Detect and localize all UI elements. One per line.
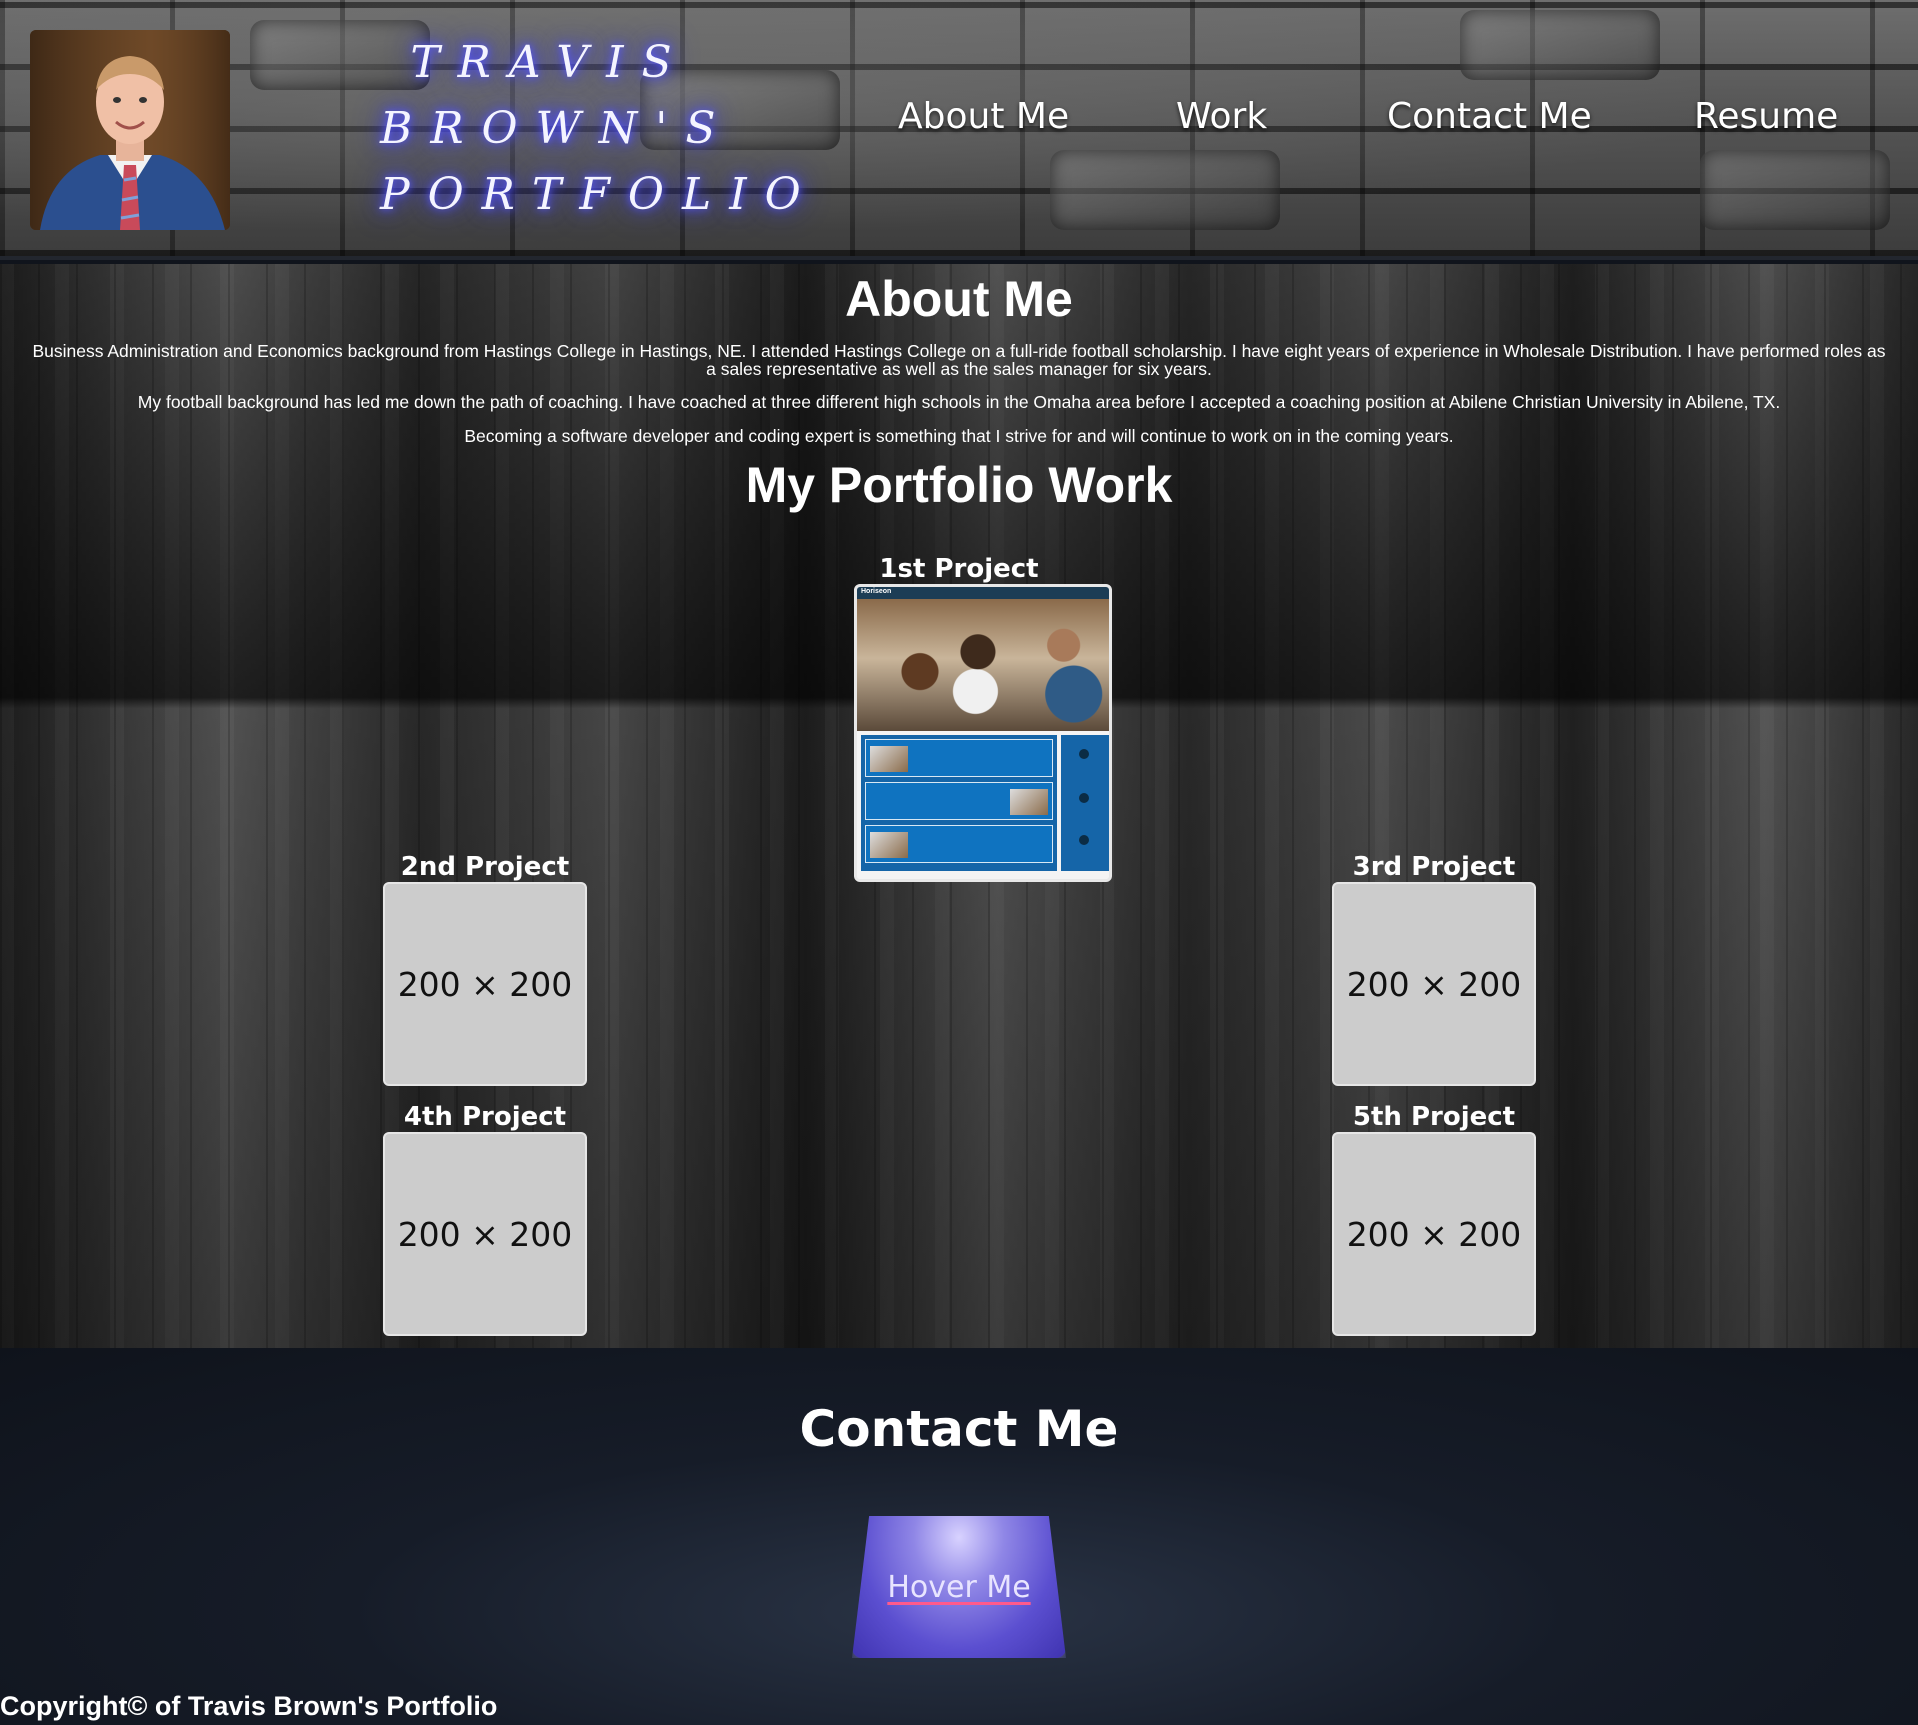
brand-line: PORTFOLIO <box>380 169 819 220</box>
nav-link-about[interactable]: About Me <box>898 96 1069 137</box>
project-label: 1st Project <box>879 554 1039 584</box>
project-card-3: 3rd Project 200 × 200 <box>1329 852 1539 1086</box>
wall-stone <box>1460 10 1660 80</box>
project-label: 2nd Project <box>400 852 570 882</box>
project-card-4: 4th Project 200 × 200 <box>380 1102 590 1336</box>
about-paragraph: Becoming a software developer and coding… <box>464 426 1454 446</box>
about-paragraph: My football background has led me down t… <box>137 392 1781 412</box>
nav-link-resume[interactable]: Resume <box>1694 96 1838 137</box>
project-placeholder-image[interactable]: 200 × 200 <box>383 882 587 1086</box>
thumbnail-row <box>865 825 1053 863</box>
thumbnail-row <box>865 782 1053 820</box>
main-nav: About Me Work Contact Me Resume <box>898 96 1898 146</box>
site-header: TRAVIS BROWN'S PORTFOLIO About Me Work C… <box>0 0 1918 260</box>
contact-section: Contact Me Hover Me Copyright© of Travis… <box>0 1348 1918 1725</box>
thumbnail-content <box>861 735 1057 871</box>
project-label: 4th Project <box>403 1102 567 1132</box>
project-card-1: 1st Project Horiseon <box>854 554 1112 882</box>
hover-me-button[interactable]: Hover Me <box>852 1516 1066 1658</box>
nav-link-contact[interactable]: Contact Me <box>1387 96 1592 137</box>
project-label: 3rd Project <box>1352 852 1516 882</box>
project-card-5: 5th Project 200 × 200 <box>1329 1102 1539 1336</box>
thumbnail-footer <box>857 873 1109 879</box>
project-thumbnail[interactable]: Horiseon <box>854 584 1112 882</box>
thumbnail-brand: Horiseon <box>861 588 892 595</box>
brand-line: BROWN'S <box>380 103 734 154</box>
project-placeholder-image[interactable]: 200 × 200 <box>383 1132 587 1336</box>
nav-link-work[interactable]: Work <box>1176 96 1267 137</box>
brand-line: TRAVIS <box>410 37 690 88</box>
profile-portrait-image <box>30 30 230 230</box>
project-placeholder-image[interactable]: 200 × 200 <box>1332 882 1536 1086</box>
project-card-2: 2nd Project 200 × 200 <box>380 852 590 1086</box>
project-placeholder-image[interactable]: 200 × 200 <box>1332 1132 1536 1336</box>
wall-stone <box>1050 150 1280 230</box>
thumbnail-sidebar <box>1061 735 1109 871</box>
project-label: 5th Project <box>1352 1102 1516 1132</box>
brand-title: TRAVIS BROWN'S PORTFOLIO <box>380 30 819 228</box>
thumbnail-hero-image <box>857 599 1109 731</box>
contact-heading: Contact Me <box>799 1400 1119 1458</box>
wall-stone <box>1700 150 1890 230</box>
portfolio-heading: My Portfolio Work <box>745 457 1173 513</box>
copyright-text: Copyright© of Travis Brown's Portfolio <box>0 1691 498 1721</box>
thumbnail-row <box>865 739 1053 777</box>
about-heading: About Me <box>845 271 1073 327</box>
thumbnail-header: Horiseon <box>857 587 1109 599</box>
profile-photo <box>30 30 230 230</box>
about-paragraph: Business Administration and Economics ba… <box>32 341 1886 379</box>
hover-me-label: Hover Me <box>887 1569 1031 1605</box>
main-section: About Me Business Administration and Eco… <box>0 264 1918 1348</box>
